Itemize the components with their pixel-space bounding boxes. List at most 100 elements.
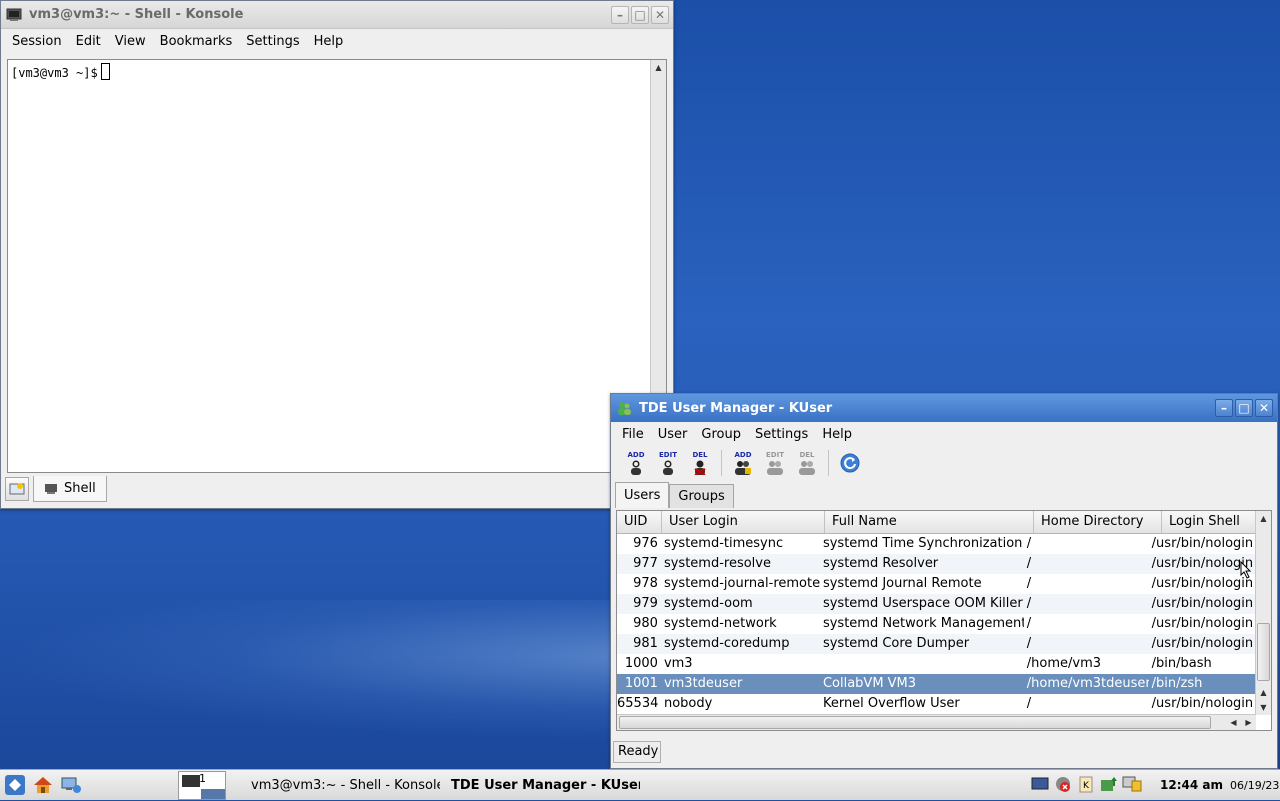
table-row[interactable]: 976 systemd-timesync systemd Time Synchron… (617, 534, 1256, 554)
reload-button[interactable] (837, 449, 863, 477)
kuser-tabs: Users Groups (615, 482, 734, 508)
task-konsole[interactable]: vm3@vm3:~ - Shell - Konsole (240, 772, 440, 799)
delete-group-button[interactable]: DEL (794, 449, 820, 477)
clock-date[interactable]: 06/19/23 (1230, 770, 1279, 801)
cell-user-login: systemd-timesync (663, 536, 784, 551)
klipper-tray-icon[interactable]: K (1076, 773, 1096, 795)
users-tray-icon[interactable] (1122, 773, 1142, 795)
cell-full-name: CollabVM VM3 (822, 676, 917, 691)
edit-group-icon (767, 461, 783, 475)
users-list-vscrollbar[interactable]: ▲ ▲ ▼ (1255, 511, 1271, 715)
task-konsole-label: vm3@vm3:~ - Shell - Konsole (251, 777, 440, 793)
display-tray-icon[interactable] (1030, 773, 1050, 795)
table-row[interactable]: 977 systemd-resolve systemd Resolver //usr/… (617, 554, 1256, 574)
table-row[interactable]: 978 systemd-journal-remote systemd Journal… (617, 574, 1256, 594)
minimize-button[interactable]: – (611, 5, 629, 24)
users-list[interactable]: UID User Login Full Name Home Directory … (616, 510, 1272, 731)
status-bar: Ready (613, 741, 661, 763)
scroll-left-arrow-icon[interactable]: ◀ (1226, 715, 1241, 730)
cell-user-login: systemd-oom (663, 596, 753, 611)
table-row[interactable]: 65534 nobody Kernel Overflow User / /usr/bin… (617, 694, 1256, 714)
hscroll-thumb[interactable] (619, 716, 1211, 729)
tab-shell[interactable]: Shell (33, 476, 107, 502)
cell-login-shell: /usr/bin/nologin (1151, 636, 1254, 651)
column-full-name[interactable]: Full Name (825, 511, 1034, 533)
menu-view[interactable]: View (108, 34, 153, 49)
menu-file[interactable]: File (615, 427, 651, 442)
update-tray-icon[interactable] (1099, 773, 1119, 795)
cell-home-directory: / (1026, 536, 1032, 551)
cell-uid: 1001 (624, 676, 658, 691)
edit-user-button[interactable]: EDIT (655, 449, 681, 477)
task-kuser[interactable]: TDE User Manager - KUser (440, 772, 640, 799)
home-icon (34, 777, 52, 793)
cell-home-directory: /home/vm3 (1026, 656, 1102, 671)
pager-desktop-number: 1 (199, 771, 206, 785)
desktop-pager[interactable]: 1 (178, 770, 226, 800)
delete-user-button[interactable]: DEL (687, 449, 713, 477)
add-user-label: ADD (627, 451, 645, 459)
column-home-directory[interactable]: Home Directory (1034, 511, 1162, 533)
menu-help[interactable]: Help (307, 34, 351, 49)
terminal-icon (45, 483, 57, 494)
konsole-titlebar[interactable]: vm3@vm3:~ - Shell - Konsole – □ ✕ (1, 1, 673, 29)
mouse-cursor-icon (1240, 560, 1252, 583)
scroll-up-arrow-icon[interactable]: ▲ (1256, 685, 1271, 700)
clock-time[interactable]: 12:44 am (1160, 770, 1223, 801)
network-disconnected-tray-icon[interactable] (1053, 773, 1073, 795)
add-group-button[interactable]: ADD (730, 449, 756, 477)
maximize-button[interactable]: □ (1235, 399, 1253, 417)
cell-uid: 1000 (624, 656, 658, 671)
add-user-button[interactable]: ADD (623, 449, 649, 477)
users-list-hscrollbar[interactable]: ◀ ▶ (617, 714, 1256, 730)
reload-icon (840, 453, 860, 473)
terminal-prompt-line: [vm3@vm3 ~]$ (11, 63, 110, 80)
kuser-window[interactable]: TDE User Manager - KUser – □ ✕ File User… (610, 393, 1278, 769)
cell-user-login: vm3tdeuser (663, 676, 743, 691)
cell-full-name: systemd Userspace OOM Killer (822, 596, 1023, 611)
delete-group-icon (799, 461, 815, 475)
konsole-window[interactable]: vm3@vm3:~ - Shell - Konsole – □ ✕ Sessio… (0, 0, 674, 509)
column-uid[interactable]: UID (617, 511, 662, 533)
menu-session[interactable]: Session (5, 34, 69, 49)
maximize-button[interactable]: □ (631, 5, 649, 24)
column-login-shell[interactable]: Login Shell (1162, 511, 1258, 533)
menu-user[interactable]: User (651, 427, 695, 442)
menu-settings[interactable]: Settings (239, 34, 306, 49)
home-folder-button[interactable] (30, 772, 56, 798)
menu-edit[interactable]: Edit (69, 34, 108, 49)
delete-group-label: DEL (799, 451, 815, 459)
scroll-right-arrow-icon[interactable]: ▶ (1241, 715, 1256, 730)
tab-users[interactable]: Users (615, 482, 670, 508)
table-row[interactable]: 1000 vm3/home/vm3/bin/bash (617, 654, 1256, 674)
minimize-button[interactable]: – (1215, 399, 1233, 417)
menu-help[interactable]: Help (815, 427, 859, 442)
column-user-login[interactable]: User Login (662, 511, 825, 533)
close-button[interactable]: ✕ (651, 5, 669, 24)
vscroll-thumb[interactable] (1257, 623, 1270, 681)
cell-user-login: nobody (663, 696, 713, 711)
kuser-titlebar[interactable]: TDE User Manager - KUser – □ ✕ (611, 394, 1277, 422)
taskbar: 1 vm3@vm3:~ - Shell - Konsole TDE User M… (0, 769, 1280, 800)
konsole-tabbar: Shell (5, 475, 669, 503)
menu-bookmarks[interactable]: Bookmarks (153, 34, 240, 49)
table-row[interactable]: 980 systemd-network systemd Network Manage… (617, 614, 1256, 634)
network-browser-button[interactable] (58, 772, 84, 798)
tab-groups[interactable]: Groups (669, 484, 734, 508)
table-row[interactable]: 1001 vm3tdeuser CollabVM VM3/home/vm3tdeus… (617, 674, 1256, 694)
table-row[interactable]: 981 systemd-coredump systemd Core Dumper / /… (617, 634, 1256, 654)
tde-menu-button[interactable] (2, 772, 28, 798)
scroll-down-arrow-icon[interactable]: ▼ (1256, 700, 1271, 715)
new-session-button[interactable] (5, 477, 29, 501)
menu-group[interactable]: Group (694, 427, 748, 442)
edit-group-button[interactable]: EDIT (762, 449, 788, 477)
scroll-up-arrow-icon[interactable]: ▲ (651, 60, 666, 75)
terminal-area[interactable]: [vm3@vm3 ~]$ ▲ (7, 59, 667, 473)
konsole-title: vm3@vm3:~ - Shell - Konsole (29, 7, 244, 22)
menu-settings[interactable]: Settings (748, 427, 815, 442)
table-row[interactable]: 979 systemd-oom systemd Userspace OOM Kill… (617, 594, 1256, 614)
add-user-icon (631, 460, 641, 475)
scroll-up-arrow-icon[interactable]: ▲ (1256, 511, 1271, 526)
cell-user-login: systemd-network (663, 616, 777, 631)
close-button[interactable]: ✕ (1255, 399, 1273, 417)
